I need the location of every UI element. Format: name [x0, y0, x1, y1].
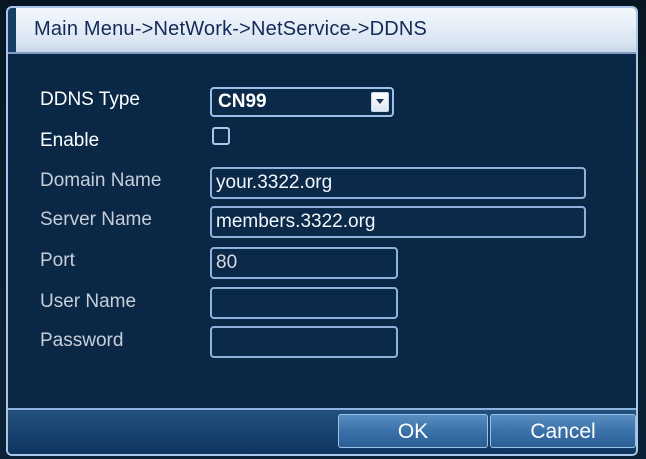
port-label: Port [40, 250, 75, 271]
user-name-label: User Name [40, 291, 137, 312]
ddns-dialog: Main Menu->NetWork->NetService->DDNS DDN… [6, 6, 638, 456]
button-bar: OK Cancel [8, 408, 636, 454]
chevron-down-icon [376, 99, 384, 104]
password-field[interactable] [210, 326, 398, 358]
cancel-button[interactable]: Cancel [490, 414, 636, 448]
enable-checkbox[interactable] [212, 127, 230, 145]
port-field[interactable]: 80 [210, 247, 398, 279]
user-name-field[interactable] [210, 287, 398, 319]
server-name-label: Server Name [40, 209, 152, 230]
password-label: Password [40, 330, 124, 351]
ddns-type-select[interactable]: CN99 [210, 87, 394, 117]
ddns-type-value: CN99 [218, 91, 267, 112]
domain-name-label: Domain Name [40, 170, 162, 191]
title-bar: Main Menu->NetWork->NetService->DDNS [8, 8, 636, 54]
dropdown-arrow-icon[interactable] [371, 92, 389, 112]
title-bar-edge [8, 8, 16, 52]
domain-name-field[interactable]: your.3322.org [210, 167, 586, 199]
ok-button[interactable]: OK [338, 414, 488, 448]
ddns-type-label: DDNS Type [40, 89, 140, 110]
server-name-field[interactable]: members.3322.org [210, 206, 586, 238]
enable-label: Enable [40, 130, 100, 151]
form-panel: DDNS Type CN99 Enable Domain Name your.3… [8, 54, 636, 410]
dialog-title: Main Menu->NetWork->NetService->DDNS [34, 18, 428, 40]
screen: Main Menu->NetWork->NetService->DDNS DDN… [0, 0, 646, 459]
